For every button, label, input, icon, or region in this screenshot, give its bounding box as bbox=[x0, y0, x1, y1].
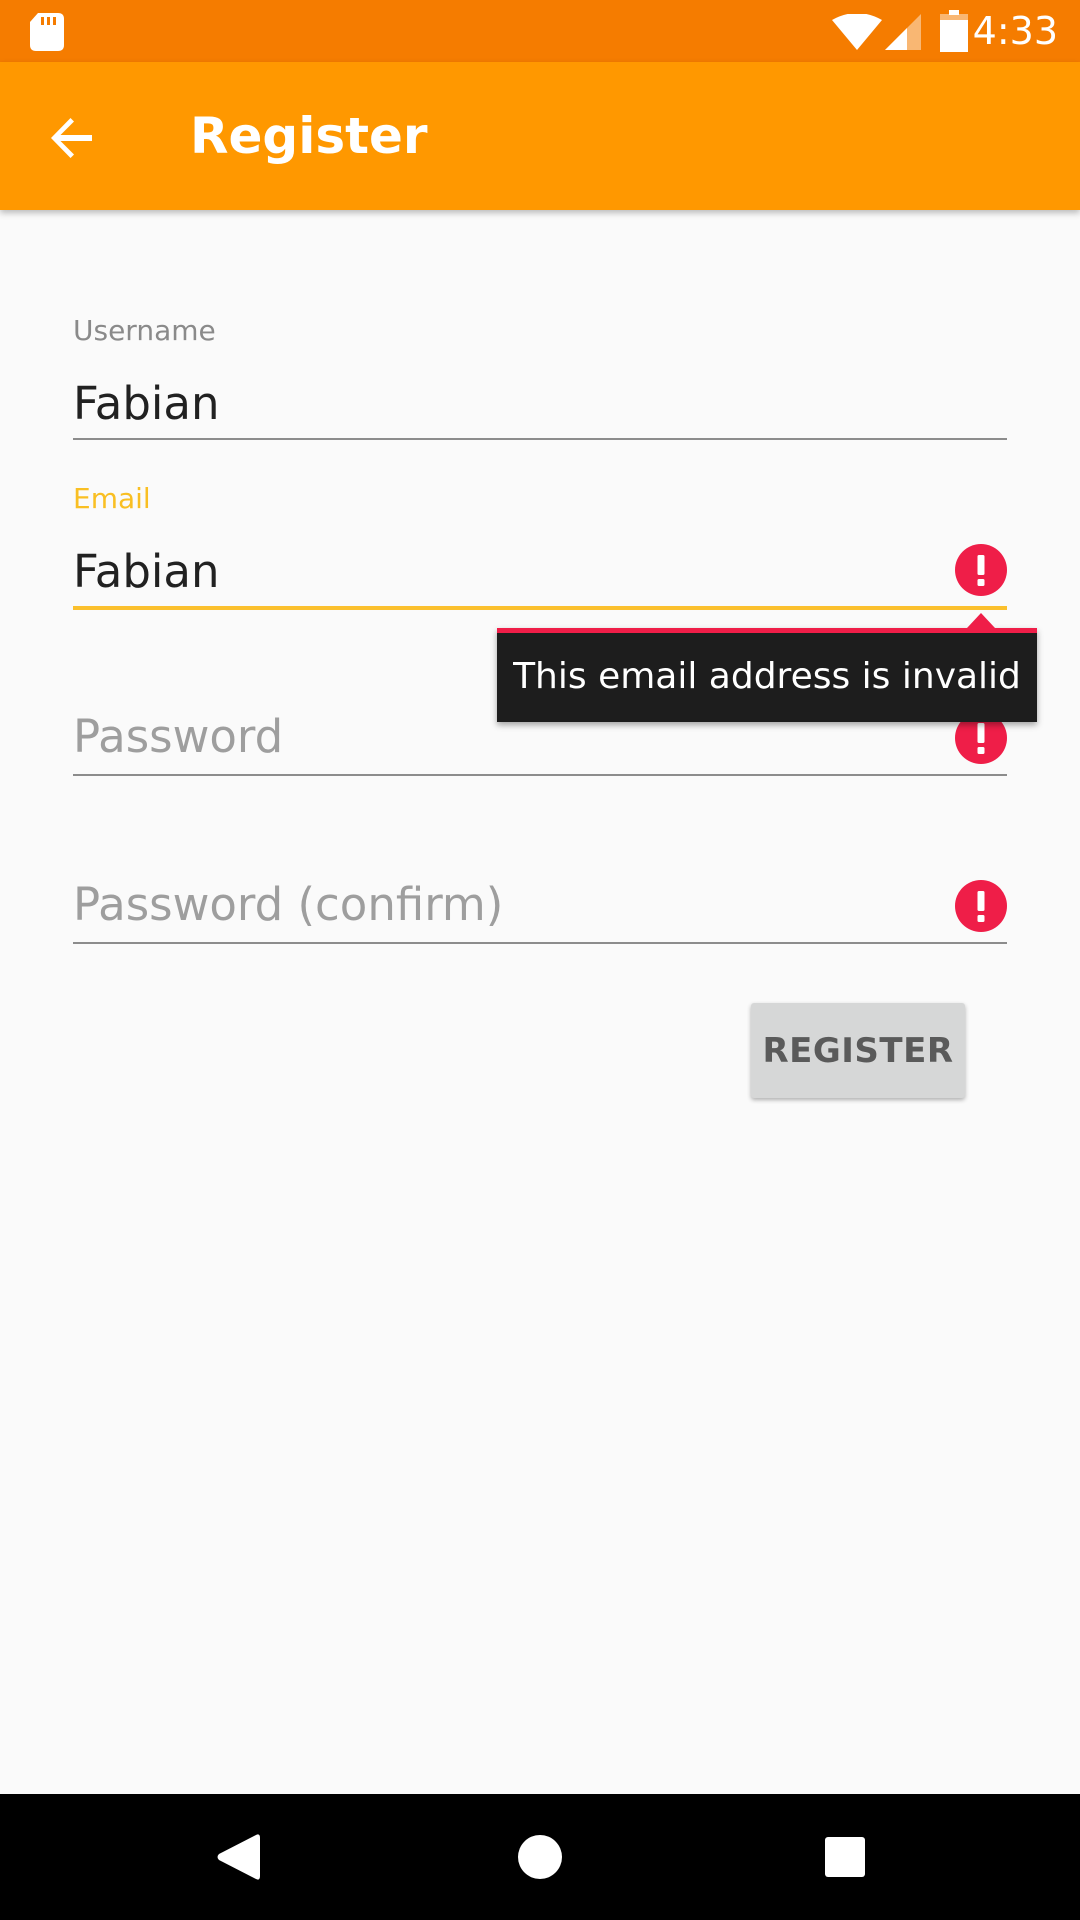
navigation-bar bbox=[0, 1794, 1080, 1920]
email-error-text: This email address is invalid bbox=[513, 656, 1021, 697]
page-title: Register bbox=[190, 107, 428, 165]
password-confirm-placeholder: Password (confirm) bbox=[73, 878, 504, 931]
recents-square-icon bbox=[825, 1837, 865, 1877]
error-alert-icon[interactable] bbox=[955, 544, 1007, 596]
register-button[interactable]: REGISTER bbox=[751, 1003, 965, 1098]
nav-back-button[interactable] bbox=[193, 1812, 283, 1902]
sd-card-icon bbox=[30, 13, 64, 51]
cell-signal-icon bbox=[885, 14, 921, 50]
wifi-icon bbox=[832, 14, 882, 50]
status-bar: 4:33 bbox=[0, 0, 1080, 62]
nav-home-button[interactable] bbox=[495, 1812, 585, 1902]
battery-icon bbox=[940, 10, 968, 52]
email-error-tooltip: This email address is invalid bbox=[497, 613, 1037, 722]
email-label: Email bbox=[73, 482, 151, 515]
password-confirm-underline bbox=[73, 942, 1007, 944]
username-value[interactable]: Fabian bbox=[73, 376, 220, 432]
back-button[interactable] bbox=[30, 96, 114, 180]
password-placeholder: Password bbox=[73, 710, 284, 763]
arrow-back-icon bbox=[51, 118, 92, 158]
error-alert-icon[interactable] bbox=[955, 880, 1007, 932]
password-underline bbox=[73, 774, 1007, 776]
email-underline bbox=[73, 606, 1007, 610]
home-circle-icon bbox=[518, 1835, 562, 1879]
username-underline bbox=[73, 438, 1007, 440]
tooltip-arrow bbox=[967, 613, 995, 628]
password-confirm-field[interactable]: Password (confirm) bbox=[73, 868, 1007, 948]
email-field[interactable]: Email Fabian bbox=[73, 482, 1007, 612]
username-field[interactable]: Username Fabian bbox=[73, 314, 1007, 442]
username-label: Username bbox=[73, 314, 216, 347]
status-clock: 4:33 bbox=[972, 9, 1058, 53]
app-bar: Register bbox=[0, 62, 1080, 210]
back-triangle-icon bbox=[217, 1834, 260, 1880]
nav-recents-button[interactable] bbox=[800, 1812, 890, 1902]
email-value[interactable]: Fabian bbox=[73, 544, 220, 600]
